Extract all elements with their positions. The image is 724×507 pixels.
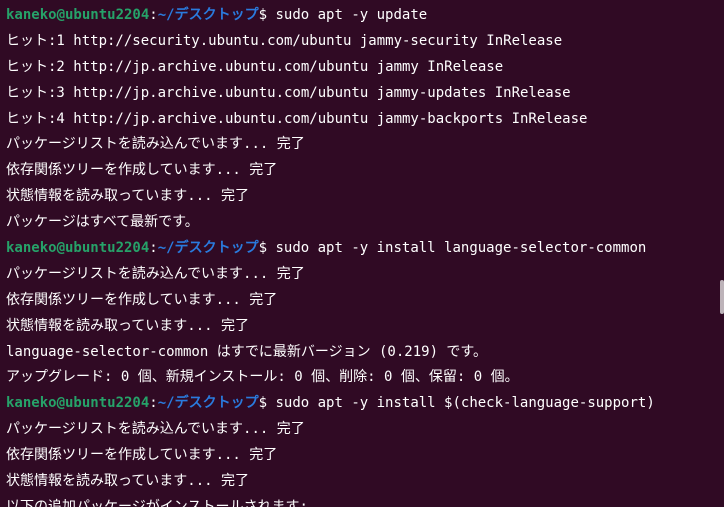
prompt-user-host: kaneko@ubuntu2204 bbox=[6, 240, 150, 257]
command-text: sudo apt -y update bbox=[267, 7, 428, 23]
terminal-window[interactable]: kaneko@ubuntu2204:~/デスクトップ$ sudo apt -y … bbox=[0, 0, 724, 507]
prompt-path: ~/デスクトップ bbox=[157, 240, 259, 257]
prompt-separator: : bbox=[149, 395, 158, 412]
prompt-path: ~/デスクトップ bbox=[157, 395, 259, 412]
output-line: パッケージリストを読み込んでいます... 完了 bbox=[6, 136, 305, 153]
output-line: 状態情報を読み取っています... 完了 bbox=[6, 188, 250, 205]
output-line: ヒット:4 http://jp.archive.ubuntu.com/ubunt… bbox=[6, 110, 588, 127]
prompt-separator: : bbox=[149, 240, 158, 257]
prompt-user-host: kaneko@ubuntu2204 bbox=[6, 395, 150, 412]
terminal-output: kaneko@ubuntu2204:~/デスクトップ$ sudo apt -y … bbox=[6, 3, 724, 507]
prompt-path: ~/デスクトップ bbox=[157, 7, 259, 23]
prompt-user-host: kaneko@ubuntu2204 bbox=[6, 7, 150, 23]
prompt-line: kaneko@ubuntu2204:~/デスクトップ$ sudo apt -y … bbox=[6, 391, 724, 417]
prompt-line: kaneko@ubuntu2204:~/デスクトップ$ sudo apt -y … bbox=[6, 236, 724, 262]
prompt-line: kaneko@ubuntu2204:~/デスクトップ$ sudo apt -y … bbox=[6, 3, 724, 29]
output-line: パッケージリストを読み込んでいます... 完了 bbox=[6, 265, 305, 282]
output-line: ヒット:1 http://security.ubuntu.com/ubuntu … bbox=[6, 32, 563, 49]
output-line: 以下の追加パッケージがインストールされます: bbox=[6, 498, 308, 507]
command-text: sudo apt -y install $(check-language-sup… bbox=[267, 395, 655, 412]
output-line: 依存関係ツリーを作成しています... 完了 bbox=[6, 447, 278, 464]
scrollbar-thumb[interactable] bbox=[720, 280, 724, 314]
output-line: アップグレード: 0 個、新規インストール: 0 個、削除: 0 個、保留: 0… bbox=[6, 369, 519, 386]
output-line: ヒット:2 http://jp.archive.ubuntu.com/ubunt… bbox=[6, 58, 504, 75]
output-line: 状態情報を読み取っています... 完了 bbox=[6, 317, 250, 334]
output-line: 依存関係ツリーを作成しています... 完了 bbox=[6, 162, 278, 179]
output-line: ヒット:3 http://jp.archive.ubuntu.com/ubunt… bbox=[6, 84, 571, 101]
prompt-separator: : bbox=[149, 7, 158, 23]
output-line: パッケージはすべて最新です。 bbox=[6, 214, 199, 231]
output-line: 依存関係ツリーを作成しています... 完了 bbox=[6, 291, 278, 308]
output-line: language-selector-common はすでに最新バージョン (0.… bbox=[6, 343, 488, 360]
prompt-symbol: $ bbox=[258, 7, 268, 23]
output-line: 状態情報を読み取っています... 完了 bbox=[6, 473, 250, 490]
prompt-symbol: $ bbox=[258, 395, 268, 412]
command-text: sudo apt -y install language-selector-co… bbox=[267, 240, 647, 257]
output-line: パッケージリストを読み込んでいます... 完了 bbox=[6, 421, 305, 438]
prompt-symbol: $ bbox=[258, 240, 268, 257]
